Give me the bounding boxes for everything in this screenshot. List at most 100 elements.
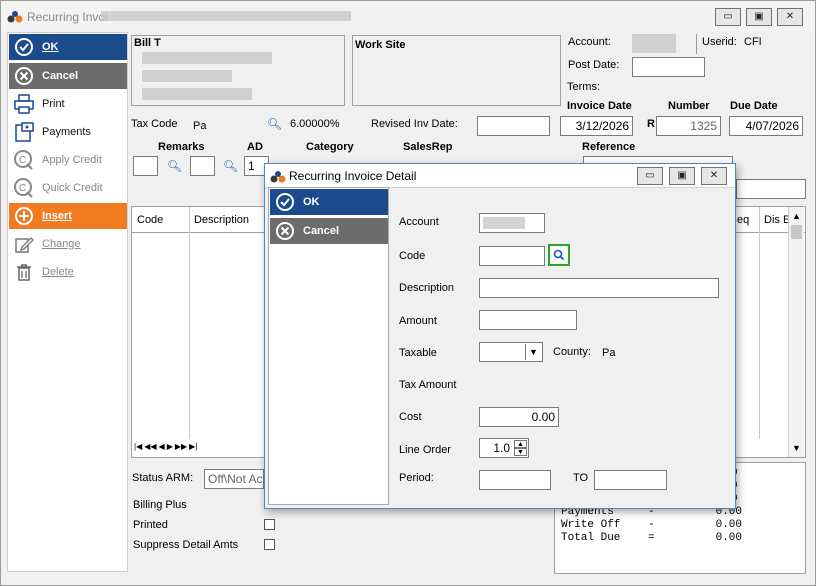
period-to-input[interactable] <box>594 470 667 490</box>
column-description[interactable]: Description <box>194 214 249 226</box>
redacted-bill-to <box>142 70 232 82</box>
insert-button[interactable]: Insert <box>9 203 127 229</box>
svg-text:C: C <box>19 183 26 194</box>
dialog-close-button[interactable]: ✕ <box>701 167 727 185</box>
suppress-checkbox[interactable] <box>264 539 275 550</box>
dialog-code-input[interactable] <box>479 246 545 266</box>
ad-search-icon[interactable]: 🔍︎ <box>223 159 238 173</box>
dialog-line-order-label: Line Order <box>399 444 451 456</box>
column-eq[interactable]: eq <box>737 214 749 226</box>
scroll-down-icon[interactable]: ▼ <box>792 443 801 453</box>
plus-circle-icon <box>12 204 36 228</box>
dialog-minimize-button[interactable]: ▭ <box>637 167 663 185</box>
ok-button[interactable]: OK <box>9 34 127 60</box>
post-date-label: Post Date: <box>568 59 620 71</box>
dialog-account-input[interactable] <box>479 213 545 233</box>
work-site-box: Work Site <box>352 35 561 106</box>
printer-icon <box>12 92 36 116</box>
recurring-invoice-detail-dialog: Recurring Invoice Detail ▭ ▣ ✕ OK Cancel… <box>264 163 736 509</box>
totals-labels: Payments Write Off Total Due <box>561 506 620 545</box>
cancel-button[interactable]: Cancel <box>9 63 127 89</box>
app-logo-icon <box>7 11 23 23</box>
payments-icon <box>12 120 36 144</box>
dialog-sidebar: OK Cancel <box>268 187 389 505</box>
revised-inv-date-input[interactable] <box>477 116 550 136</box>
scroll-up-icon[interactable]: ▲ <box>792 211 801 221</box>
payments-button[interactable]: Payments <box>9 119 127 145</box>
taxable-select[interactable]: ▼ <box>479 342 543 362</box>
delete-label: Delete <box>42 266 74 278</box>
quick-credit-label: Quick Credit <box>42 182 103 194</box>
apply-credit-button[interactable]: C Apply Credit <box>9 147 127 173</box>
column-dis[interactable]: Dis E <box>764 214 790 226</box>
nav-first-icon[interactable]: |◀ <box>134 442 142 456</box>
account-label: Account: <box>568 36 611 48</box>
trash-icon <box>12 260 36 284</box>
redacted-bill-to <box>142 88 252 100</box>
dialog-cost-input[interactable]: 0.00 <box>479 407 559 427</box>
number-input[interactable]: 1325 <box>656 116 721 136</box>
payments-label: Payments <box>42 126 91 138</box>
work-site-label: Work Site <box>355 39 406 51</box>
status-arm-input[interactable]: Off\Not Ac <box>204 469 264 489</box>
remarks-search-icon[interactable]: 🔍︎ <box>167 159 182 173</box>
stepper-down-icon[interactable]: ▼ <box>514 448 527 456</box>
delete-button[interactable]: Delete <box>9 259 127 285</box>
category-label: Category <box>306 141 354 153</box>
userid-label: Userid: <box>702 36 737 48</box>
check-circle-icon <box>12 35 36 59</box>
change-button[interactable]: Change <box>9 231 127 257</box>
quick-credit-button[interactable]: C Quick Credit <box>9 175 127 201</box>
grid-divider <box>189 207 190 439</box>
x-circle-icon <box>273 219 297 243</box>
due-date-input[interactable]: 4/07/2026 <box>729 116 803 136</box>
dialog-amount-label: Amount <box>399 315 437 327</box>
stepper-up-icon[interactable]: ▲ <box>514 440 527 448</box>
print-button[interactable]: Print <box>9 91 127 117</box>
x-circle-icon <box>12 64 36 88</box>
dialog-ok-button[interactable]: OK <box>270 189 388 215</box>
dialog-description-label: Description <box>399 282 455 294</box>
minimize-button[interactable]: ▭ <box>715 8 741 26</box>
remarks-input-2[interactable] <box>190 156 215 176</box>
code-search-button[interactable] <box>548 244 570 266</box>
svg-text:C: C <box>19 155 26 166</box>
vertical-scrollbar[interactable]: ▲ ▼ <box>788 207 804 457</box>
printed-checkbox[interactable] <box>264 519 275 530</box>
remarks-input[interactable] <box>133 156 158 176</box>
reference-label: Reference <box>582 141 636 153</box>
dialog-description-input[interactable] <box>479 278 719 298</box>
close-button[interactable]: ✕ <box>777 8 803 26</box>
apply-credit-icon: C <box>12 148 36 172</box>
app-logo-icon <box>270 171 286 183</box>
print-label: Print <box>42 98 65 110</box>
column-code[interactable]: Code <box>137 214 163 226</box>
dialog-cancel-button[interactable]: Cancel <box>270 218 388 244</box>
userid-value: CFI <box>744 36 762 48</box>
nav-prev-icon[interactable]: ◀ <box>159 442 165 456</box>
post-date-input[interactable] <box>632 57 705 77</box>
cancel-label: Cancel <box>42 70 79 82</box>
chevron-down-icon[interactable]: ▼ <box>525 344 541 360</box>
dialog-period-label: Period: <box>399 472 434 484</box>
restore-button[interactable]: ▣ <box>746 8 772 26</box>
invoice-date-label: Invoice Date <box>567 100 632 112</box>
dialog-restore-button[interactable]: ▣ <box>669 167 695 185</box>
total-due-label: Total Due <box>561 532 621 544</box>
line-order-stepper[interactable]: 1.0 ▲ ▼ <box>479 438 529 458</box>
account-field[interactable] <box>632 34 676 53</box>
nav-next-icon[interactable]: ▶ <box>167 442 173 456</box>
title-bar: Recurring Invoi ▭ ▣ ✕ <box>1 1 815 31</box>
tax-code-search-icon[interactable]: 🔍︎ <box>267 117 282 131</box>
total-due-value: 0.00 <box>715 532 742 544</box>
scroll-thumb[interactable] <box>791 225 802 239</box>
redacted-account <box>483 217 525 229</box>
nav-last-icon[interactable]: ▶| <box>189 442 197 456</box>
invoice-date-input[interactable]: 3/12/2026 <box>560 116 633 136</box>
totals-signs: - - = <box>648 506 655 545</box>
dialog-amount-input[interactable] <box>479 310 577 330</box>
extra-input[interactable] <box>736 179 806 199</box>
period-from-input[interactable] <box>479 470 551 490</box>
nav-prev-page-icon[interactable]: ◀◀ <box>144 442 156 456</box>
nav-next-page-icon[interactable]: ▶▶ <box>175 442 187 456</box>
